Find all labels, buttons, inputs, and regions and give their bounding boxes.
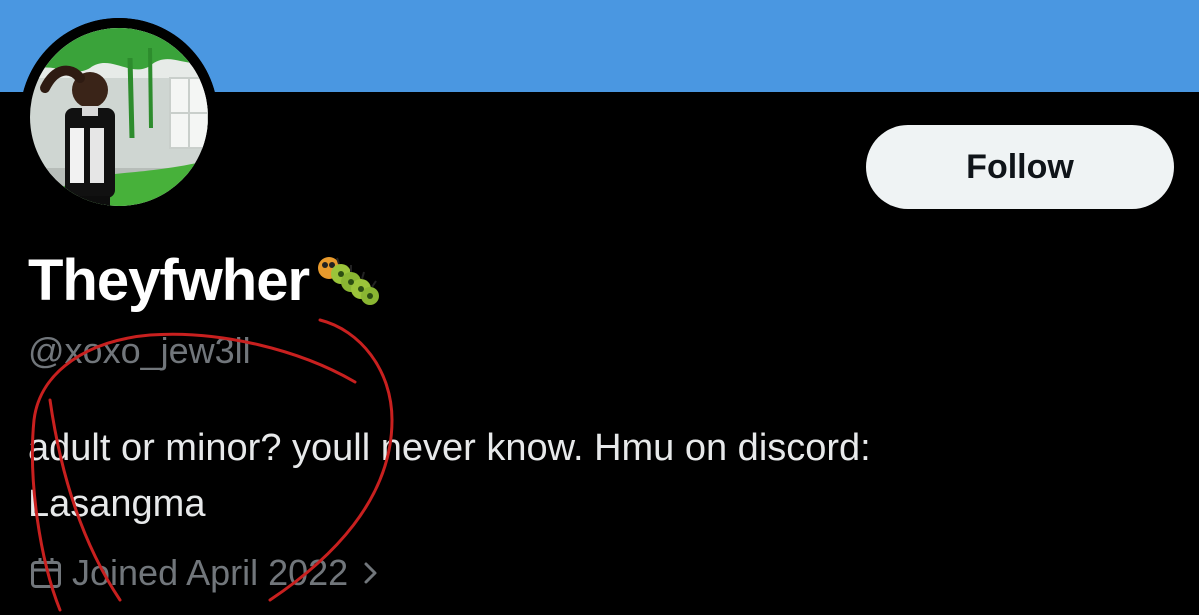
bio-line: Lasangma [28, 483, 206, 525]
display-name-row: Theyfwher [28, 245, 381, 315]
chevron-right-icon [364, 562, 377, 584]
joined-date: Joined April 2022 [72, 552, 349, 593]
joined-date-row[interactable]: Joined April 2022 [28, 548, 380, 598]
avatar-photo [20, 18, 218, 216]
profile-bio: adult or minor? youll never know. Hmu on… [28, 420, 1148, 532]
display-name: Theyfwher [28, 247, 310, 313]
profile-handle: @xoxo_jew3ll [28, 330, 251, 371]
follow-button[interactable]: Follow [866, 125, 1174, 209]
avatar[interactable] [20, 18, 218, 216]
bio-line: adult or minor? youll never know. Hmu on… [28, 427, 871, 469]
calendar-icon [31, 558, 61, 588]
caterpillar-icon [318, 257, 380, 305]
